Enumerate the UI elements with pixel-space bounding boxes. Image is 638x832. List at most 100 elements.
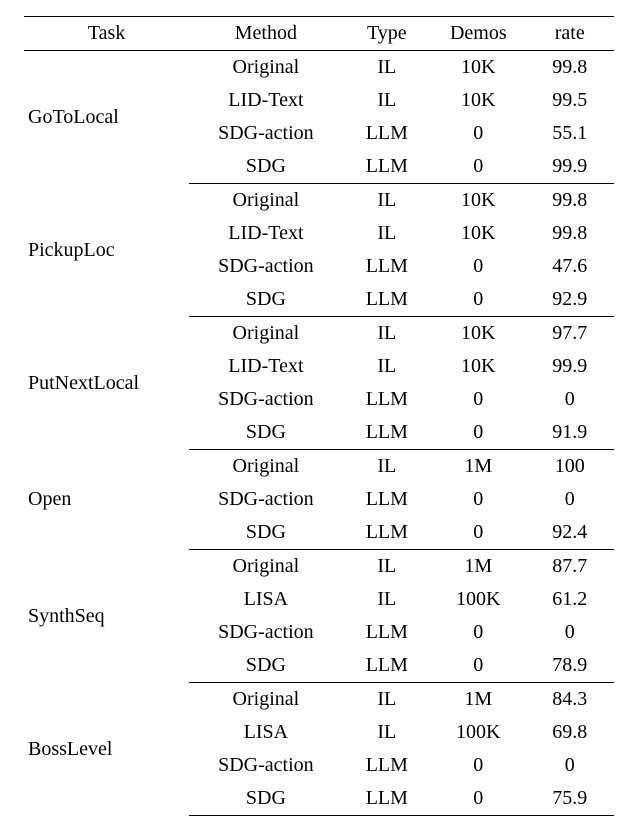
results-table: Task Method Type Demos rate GoToLocalOri… [24, 16, 614, 816]
table-body: GoToLocalOriginalIL10K99.8LID-TextIL10K9… [24, 51, 614, 816]
method-cell: Original [189, 317, 342, 351]
table-row: BossLevelOriginalIL1M84.3 [24, 683, 614, 717]
method-cell: SDG-action [189, 250, 342, 283]
demos-cell: 0 [431, 749, 525, 782]
demos-cell: 0 [431, 150, 525, 184]
type-cell: IL [343, 84, 432, 117]
demos-cell: 1M [431, 550, 525, 584]
task-cell: BossLevel [24, 683, 189, 816]
type-cell: IL [343, 217, 432, 250]
table-row: PutNextLocalOriginalIL10K97.7 [24, 317, 614, 351]
type-cell: IL [343, 716, 432, 749]
type-cell: LLM [343, 383, 432, 416]
task-cell: GoToLocal [24, 51, 189, 184]
table-row: SynthSeqOriginalIL1M87.7 [24, 550, 614, 584]
demos-cell: 1M [431, 683, 525, 717]
demos-cell: 0 [431, 416, 525, 450]
type-cell: IL [343, 550, 432, 584]
method-cell: Original [189, 683, 342, 717]
type-cell: LLM [343, 150, 432, 184]
type-cell: LLM [343, 117, 432, 150]
table-header-row: Task Method Type Demos rate [24, 17, 614, 51]
type-cell: IL [343, 683, 432, 717]
table-row: OpenOriginalIL1M100 [24, 450, 614, 484]
rate-cell: 0 [525, 383, 614, 416]
method-cell: SDG [189, 649, 342, 683]
demos-cell: 0 [431, 483, 525, 516]
demos-cell: 10K [431, 51, 525, 85]
rate-cell: 92.9 [525, 283, 614, 317]
method-cell: LISA [189, 583, 342, 616]
type-cell: LLM [343, 516, 432, 550]
demos-cell: 0 [431, 250, 525, 283]
demos-cell: 100K [431, 716, 525, 749]
rate-cell: 0 [525, 749, 614, 782]
type-cell: IL [343, 450, 432, 484]
method-cell: Original [189, 450, 342, 484]
rate-cell: 97.7 [525, 317, 614, 351]
col-demos: Demos [431, 17, 525, 51]
task-cell: PickupLoc [24, 184, 189, 317]
demos-cell: 0 [431, 283, 525, 317]
demos-cell: 0 [431, 782, 525, 816]
method-cell: SDG [189, 516, 342, 550]
method-cell: Original [189, 51, 342, 85]
rate-cell: 99.8 [525, 217, 614, 250]
demos-cell: 0 [431, 383, 525, 416]
type-cell: IL [343, 583, 432, 616]
demos-cell: 10K [431, 317, 525, 351]
rate-cell: 92.4 [525, 516, 614, 550]
method-cell: SDG-action [189, 616, 342, 649]
method-cell: SDG [189, 782, 342, 816]
type-cell: LLM [343, 749, 432, 782]
rate-cell: 0 [525, 483, 614, 516]
col-rate: rate [525, 17, 614, 51]
type-cell: IL [343, 350, 432, 383]
method-cell: SDG [189, 283, 342, 317]
demos-cell: 0 [431, 117, 525, 150]
method-cell: LISA [189, 716, 342, 749]
rate-cell: 69.8 [525, 716, 614, 749]
col-method: Method [189, 17, 342, 51]
demos-cell: 0 [431, 649, 525, 683]
type-cell: LLM [343, 283, 432, 317]
rate-cell: 91.9 [525, 416, 614, 450]
col-type: Type [343, 17, 432, 51]
table-row: GoToLocalOriginalIL10K99.8 [24, 51, 614, 85]
type-cell: IL [343, 184, 432, 218]
type-cell: LLM [343, 616, 432, 649]
demos-cell: 10K [431, 184, 525, 218]
rate-cell: 99.9 [525, 150, 614, 184]
task-cell: Open [24, 450, 189, 550]
rate-cell: 55.1 [525, 117, 614, 150]
method-cell: LID-Text [189, 84, 342, 117]
method-cell: SDG [189, 150, 342, 184]
rate-cell: 100 [525, 450, 614, 484]
table-row: PickupLocOriginalIL10K99.8 [24, 184, 614, 218]
demos-cell: 100K [431, 583, 525, 616]
rate-cell: 0 [525, 616, 614, 649]
rate-cell: 99.9 [525, 350, 614, 383]
type-cell: LLM [343, 782, 432, 816]
demos-cell: 1M [431, 450, 525, 484]
rate-cell: 87.7 [525, 550, 614, 584]
demos-cell: 0 [431, 616, 525, 649]
type-cell: LLM [343, 483, 432, 516]
col-task: Task [24, 17, 189, 51]
demos-cell: 0 [431, 516, 525, 550]
rate-cell: 61.2 [525, 583, 614, 616]
type-cell: LLM [343, 416, 432, 450]
type-cell: IL [343, 317, 432, 351]
method-cell: LID-Text [189, 350, 342, 383]
method-cell: LID-Text [189, 217, 342, 250]
method-cell: SDG-action [189, 483, 342, 516]
type-cell: IL [343, 51, 432, 85]
method-cell: SDG [189, 416, 342, 450]
method-cell: SDG-action [189, 749, 342, 782]
rate-cell: 99.8 [525, 184, 614, 218]
task-cell: PutNextLocal [24, 317, 189, 450]
rate-cell: 99.5 [525, 84, 614, 117]
task-cell: SynthSeq [24, 550, 189, 683]
rate-cell: 47.6 [525, 250, 614, 283]
type-cell: LLM [343, 649, 432, 683]
